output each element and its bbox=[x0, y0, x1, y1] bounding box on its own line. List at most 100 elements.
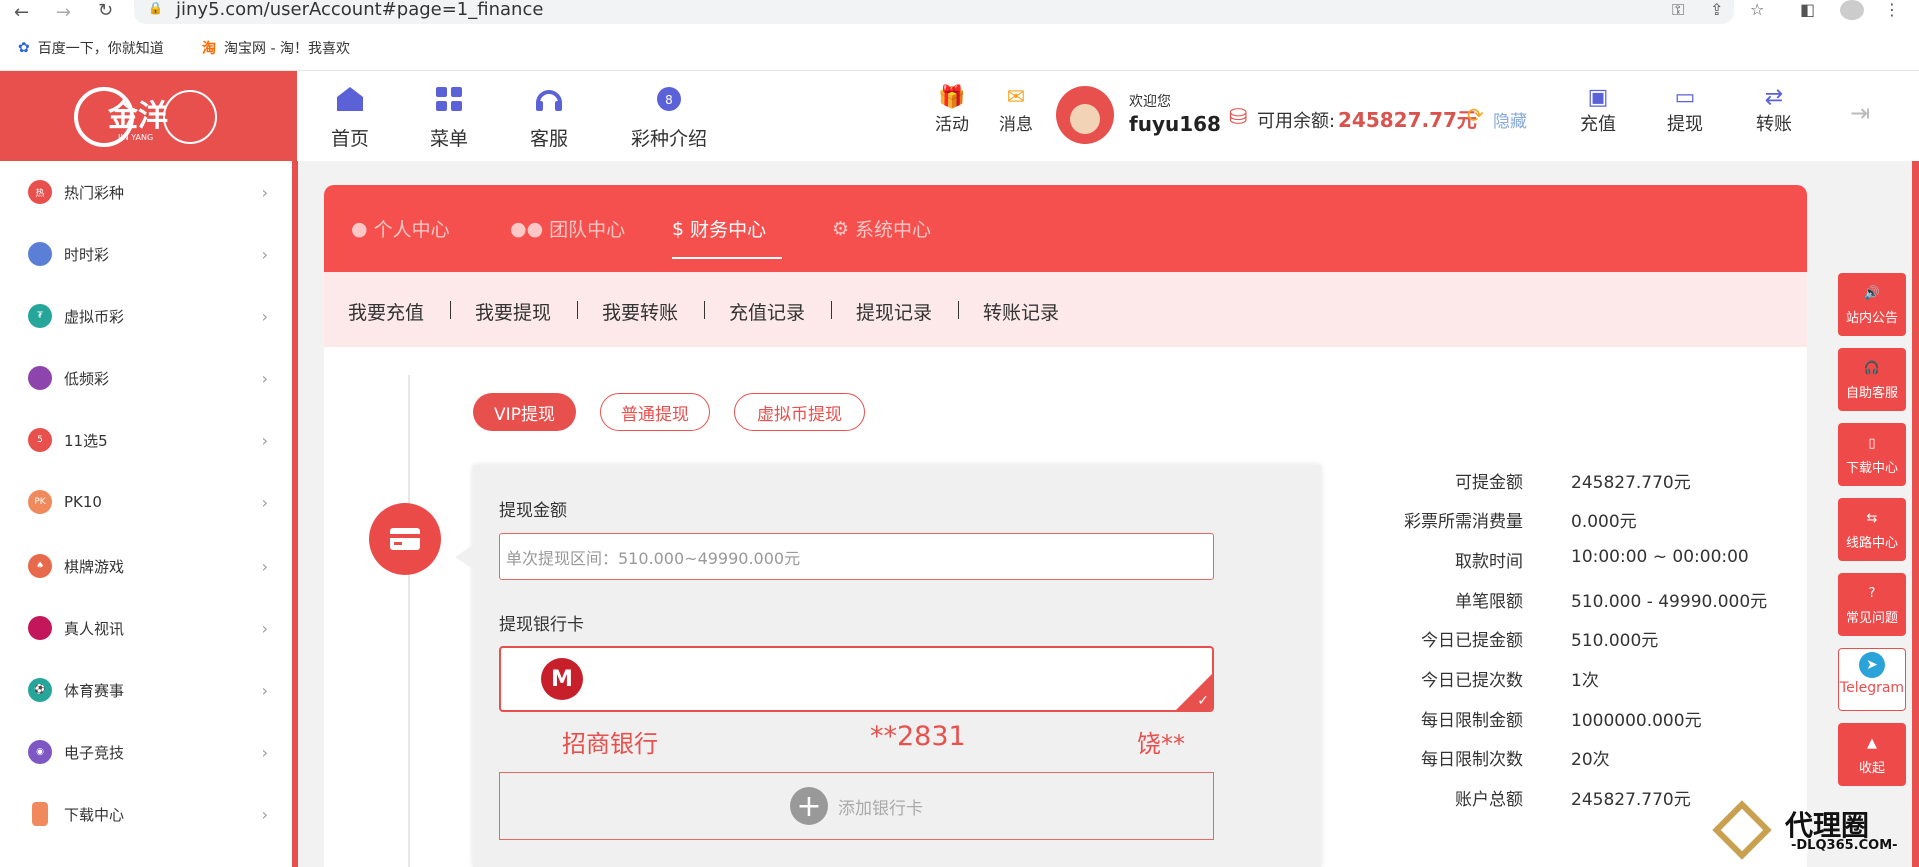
browser-address-bar: ← → ↻ 🔒 jiny5.com/userAccount#page=1_fin… bbox=[0, 0, 1919, 28]
info-value: 510.000元 bbox=[1571, 631, 1659, 651]
url-field[interactable]: 🔒 jiny5.com/userAccount#page=1_finance bbox=[134, 0, 1734, 24]
sidebar-item-ssc[interactable]: 时时彩 › bbox=[0, 223, 292, 285]
chevron-right-icon: › bbox=[261, 492, 268, 512]
tab-personal[interactable]: ● 个人中心 bbox=[351, 215, 450, 242]
normal-withdraw-button[interactable]: 普通提现 bbox=[600, 393, 710, 431]
sidebar: 热 热门彩种 › 时时彩 › ₮ 虚拟币彩 › 低频彩 › 5 11选5 › P… bbox=[0, 161, 297, 867]
subnav-recharge[interactable]: 我要充值 bbox=[348, 298, 424, 325]
logout-icon[interactable]: ⇥ bbox=[1850, 99, 1870, 127]
form-pointer bbox=[455, 545, 473, 569]
self-service-button[interactable]: 🎧 自助客服 bbox=[1838, 348, 1906, 411]
top-nav: 首页 菜单 客服 8 彩种介绍 🎁 活动 ✉ 消息 欢迎您 fuyu168 ⛁ … bbox=[297, 71, 1919, 161]
transfer-icon: ⇄ bbox=[1764, 85, 1784, 110]
lottery-ball-icon: 8 bbox=[657, 87, 681, 111]
back-icon[interactable]: ← bbox=[14, 2, 29, 23]
info-key: 每日限制次数 bbox=[1421, 750, 1523, 770]
sidebar-item-hot[interactable]: 热 热门彩种 › bbox=[0, 161, 292, 223]
bookmark-baidu[interactable]: ✿ 百度一下，你就知道 bbox=[18, 38, 164, 58]
sidebar-item-lowfreq[interactable]: 低频彩 › bbox=[0, 347, 292, 409]
message-button[interactable]: ✉ 消息 bbox=[999, 85, 1033, 135]
nav-menu[interactable]: 菜单 bbox=[430, 85, 468, 151]
bank-card-selected[interactable]: M ✓ bbox=[499, 646, 1214, 712]
vip-withdraw-button[interactable]: VIP提现 bbox=[473, 393, 576, 431]
sidebar-item-esports[interactable]: ◉ 电子竞技 › bbox=[0, 721, 292, 783]
sidebar-item-cards[interactable]: ♠ 棋牌游戏 › bbox=[0, 535, 292, 597]
info-key: 今日已提金额 bbox=[1421, 631, 1523, 651]
faq-button[interactable]: ? 常见问题 bbox=[1838, 573, 1906, 636]
menu-grid-icon bbox=[436, 87, 462, 111]
announcement-button[interactable]: 🔊 站内公告 bbox=[1838, 273, 1906, 336]
switch-icon: ⇆ bbox=[1866, 510, 1878, 526]
avatar[interactable] bbox=[1056, 86, 1114, 144]
share-icon[interactable]: ⇪ bbox=[1710, 0, 1723, 19]
tab-finance[interactable]: $ 财务中心 bbox=[672, 215, 766, 242]
telegram-button[interactable]: ➤ Telegram bbox=[1838, 648, 1906, 711]
info-value: 0.000元 bbox=[1571, 512, 1637, 532]
bookmark-taobao[interactable]: 淘 淘宝网 - 淘！我喜欢 bbox=[202, 38, 350, 58]
tether-icon: ₮ bbox=[28, 304, 52, 328]
add-bank-card-button[interactable]: + 添加银行卡 bbox=[499, 772, 1214, 840]
reload-icon[interactable]: ↻ bbox=[98, 0, 113, 21]
withdraw-button[interactable]: ▭ 提现 bbox=[1667, 85, 1703, 136]
sidebar-item-11x5[interactable]: 5 11选5 › bbox=[0, 409, 292, 471]
subnav-withdraw[interactable]: 我要提现 bbox=[475, 298, 551, 325]
pk10-icon: PK bbox=[28, 490, 52, 514]
sidebar-item-pk10[interactable]: PK PK10 › bbox=[0, 471, 292, 533]
info-value: 1000000.000元 bbox=[1571, 711, 1702, 731]
hide-balance-link[interactable]: 隐藏 bbox=[1493, 107, 1527, 132]
sidebar-item-label: 下载中心 bbox=[64, 805, 125, 824]
bookmarks-bar: ✿ 百度一下，你就知道 淘 淘宝网 - 淘！我喜欢 bbox=[0, 28, 1919, 71]
sidebar-item-live[interactable]: 真人视讯 › bbox=[0, 597, 292, 659]
account-tabs-bar: ● 个人中心 ●● 团队中心 $ 财务中心 ⚙ 系统中心 bbox=[324, 185, 1807, 272]
right-border bbox=[1912, 161, 1919, 867]
lowfreq-icon bbox=[28, 366, 52, 390]
refresh-icon[interactable]: ⟳ bbox=[1467, 103, 1484, 127]
sidebar-item-label: 时时彩 bbox=[64, 245, 110, 264]
recharge-button[interactable]: ▣ 充值 bbox=[1580, 85, 1616, 136]
tab-label: 财务中心 bbox=[690, 219, 767, 241]
star-icon[interactable]: ☆ bbox=[1750, 0, 1764, 19]
download-center-button[interactable]: ▯ 下载中心 bbox=[1838, 423, 1906, 486]
sidebar-item-label: PK10 bbox=[64, 493, 102, 511]
subnav-recharge-records[interactable]: 充值记录 bbox=[729, 298, 805, 325]
transfer-button[interactable]: ⇄ 转账 bbox=[1756, 85, 1792, 136]
kebab-menu-icon[interactable]: ⋮ bbox=[1884, 0, 1900, 19]
sidepanel-icon[interactable]: ◧ bbox=[1800, 0, 1815, 19]
sidebar-item-label: 低频彩 bbox=[64, 369, 110, 388]
forward-icon[interactable]: → bbox=[56, 2, 71, 23]
activity-button[interactable]: 🎁 活动 bbox=[935, 85, 969, 135]
collapse-button[interactable]: ▲ 收起 bbox=[1838, 723, 1906, 786]
site-logo[interactable]: 金洋 JIN YANG bbox=[0, 71, 297, 161]
chevron-right-icon: › bbox=[261, 306, 268, 326]
tab-system[interactable]: ⚙ 系统中心 bbox=[832, 215, 931, 242]
sidebar-item-sports[interactable]: ⚽ 体育赛事 › bbox=[0, 659, 292, 721]
crypto-withdraw-button[interactable]: 虚拟币提现 bbox=[734, 393, 865, 431]
card-holder: 饶** bbox=[1137, 730, 1185, 758]
sidebar-item-label: 棋牌游戏 bbox=[64, 557, 125, 576]
question-icon: ? bbox=[1868, 585, 1876, 601]
subnav-transfer-records[interactable]: 转账记录 bbox=[983, 298, 1059, 325]
paw-icon: ✿ bbox=[18, 40, 30, 56]
sidebar-item-crypto[interactable]: ₮ 虚拟币彩 › bbox=[0, 285, 292, 347]
line-center-button[interactable]: ⇆ 线路中心 bbox=[1838, 498, 1906, 561]
telegram-icon: ➤ bbox=[1839, 651, 1905, 679]
key-icon[interactable]: ⚿ bbox=[1672, 0, 1684, 20]
sidebar-item-label: 电子竞技 bbox=[64, 743, 125, 762]
card-number: **2831 bbox=[870, 721, 966, 752]
logo-sub: JIN YANG bbox=[118, 133, 154, 142]
chevron-right-icon: › bbox=[261, 182, 268, 202]
subnav-transfer[interactable]: 我要转账 bbox=[602, 298, 678, 325]
sidebar-item-download[interactable]: 下载中心 › bbox=[0, 783, 292, 845]
profile-icon[interactable] bbox=[1840, 0, 1864, 20]
nav-lottery-intro[interactable]: 8 彩种介绍 bbox=[631, 85, 707, 151]
info-key: 今日已提次数 bbox=[1421, 671, 1523, 691]
withdraw-label: 提现 bbox=[1667, 114, 1703, 135]
watermark-diamond-icon bbox=[1712, 800, 1776, 860]
tab-team[interactable]: ●● 团队中心 bbox=[510, 215, 625, 242]
nav-home[interactable]: 首页 bbox=[331, 85, 369, 151]
card-icon: ▭ bbox=[1674, 85, 1696, 110]
nav-service[interactable]: 客服 bbox=[530, 85, 568, 151]
arrow-up-icon: ▲ bbox=[1867, 735, 1877, 751]
amount-input[interactable]: 单次提现区间：510.000~49990.000元 bbox=[499, 533, 1214, 580]
subnav-withdraw-records[interactable]: 提现记录 bbox=[856, 298, 932, 325]
